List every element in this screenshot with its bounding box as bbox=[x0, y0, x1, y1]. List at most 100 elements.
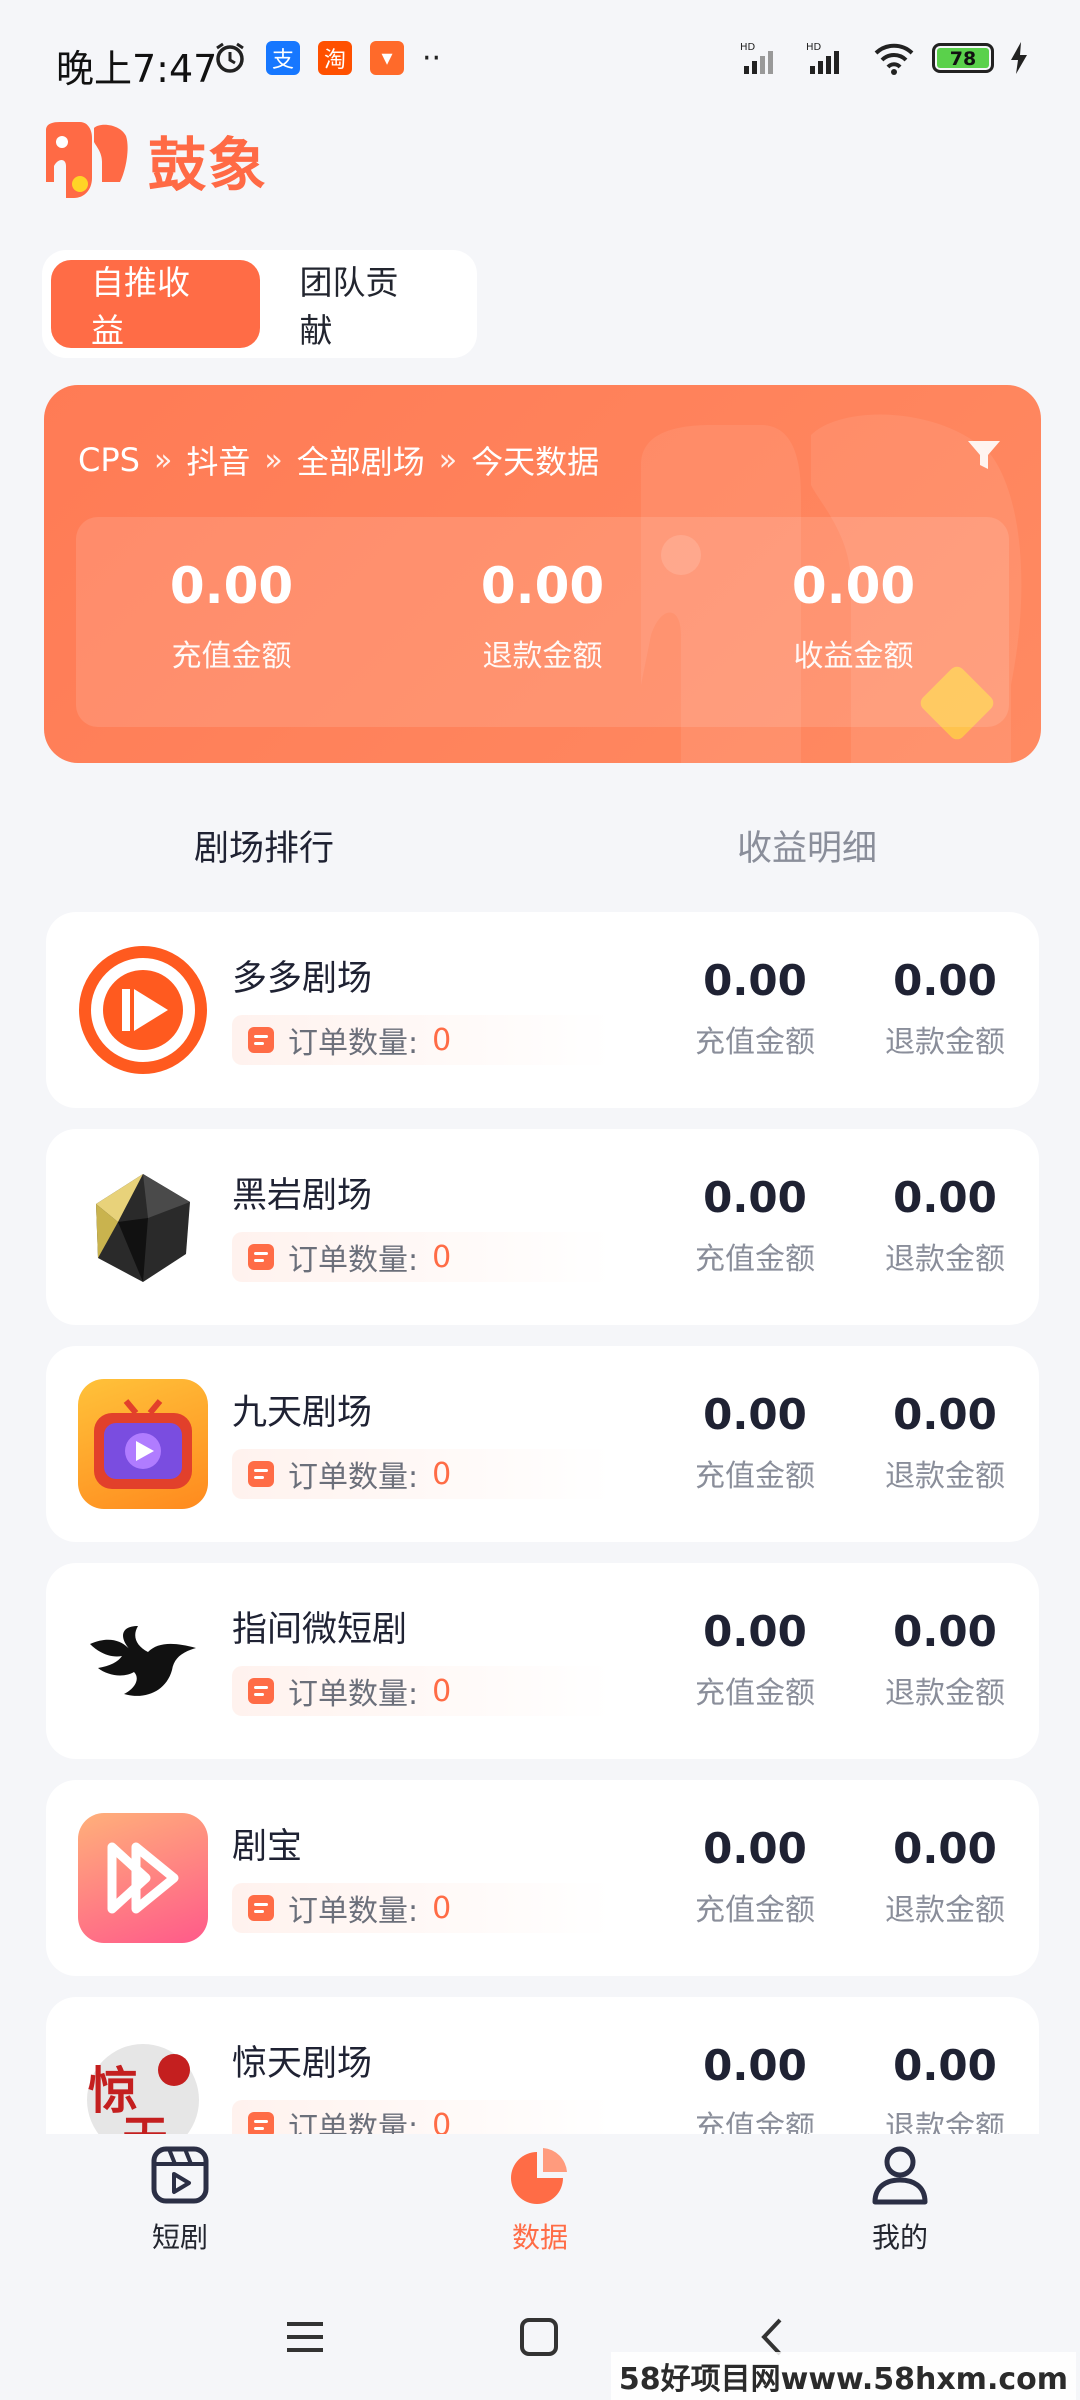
amount-label: 退款金额 bbox=[885, 1676, 1005, 1711]
earnings-type-toggle: 自推收益 团队贡献 bbox=[42, 250, 477, 358]
breadcrumb-item[interactable]: 今天数据 bbox=[471, 437, 599, 483]
breadcrumb-item[interactable]: 抖音 bbox=[186, 437, 250, 483]
recharge-amount: 0.00 充值金额 bbox=[685, 1824, 825, 1929]
refund-amount: 0.00 退款金额 bbox=[875, 1824, 1015, 1929]
signal-icon-2: HD bbox=[806, 42, 839, 74]
order-count-badge: 订单数量: 0 bbox=[232, 1449, 612, 1499]
order-icon bbox=[248, 1027, 274, 1053]
summary-card: CPS » 抖音 » 全部剧场 » 今天数据 0.00 充值金额 0.00 退款… bbox=[44, 385, 1041, 763]
theater-name: 黑岩剧场 bbox=[232, 1176, 373, 1216]
order-count-value: 0 bbox=[432, 1022, 452, 1058]
svg-text:HD: HD bbox=[740, 42, 756, 53]
amount-label: 充值金额 bbox=[695, 1676, 815, 1711]
order-icon bbox=[248, 2112, 274, 2134]
order-count-label: 订单数量: bbox=[288, 1677, 419, 1712]
order-count-value: 0 bbox=[432, 1456, 452, 1492]
refund-amount: 0.00 退款金额 bbox=[875, 1173, 1015, 1278]
user-icon bbox=[872, 2146, 928, 2205]
nav-item-data[interactable]: 数据 bbox=[360, 2134, 720, 2284]
chevron-double-right-icon: » bbox=[438, 442, 458, 478]
amount-value: 0.00 bbox=[893, 2041, 997, 2090]
stat-label: 充值金额 bbox=[171, 639, 292, 674]
amount-value: 0.00 bbox=[703, 2041, 807, 2090]
wifi-icon bbox=[874, 43, 914, 75]
home-icon[interactable] bbox=[518, 2316, 560, 2358]
amount-label: 退款金额 bbox=[885, 2110, 1005, 2134]
theater-list: 多多剧场 订单数量: 0 0.00 充值金额 0.00 退款金额 黑岩剧场 订单… bbox=[46, 912, 1039, 2134]
stat-value: 0.00 bbox=[791, 557, 916, 615]
order-count-value: 0 bbox=[432, 2107, 452, 2135]
amount-value: 0.00 bbox=[893, 1390, 997, 1439]
breadcrumb-item[interactable]: CPS bbox=[78, 441, 140, 479]
refund-amount: 0.00 退款金额 bbox=[875, 1607, 1015, 1712]
theater-card[interactable]: 黑岩剧场 订单数量: 0 0.00 充值金额 0.00 退款金额 bbox=[46, 1129, 1039, 1325]
amount-value: 0.00 bbox=[703, 1607, 807, 1656]
breadcrumb-item[interactable]: 全部剧场 bbox=[297, 437, 425, 483]
nav-item-short-drama[interactable]: 短剧 bbox=[0, 2134, 360, 2284]
app-logo: 鼓象 bbox=[40, 118, 268, 202]
order-count-label: 订单数量: bbox=[288, 1243, 419, 1278]
order-count-value: 0 bbox=[432, 1239, 452, 1275]
battery-level: 78 bbox=[937, 48, 989, 70]
tab-team-contribution[interactable]: 团队贡献 bbox=[260, 260, 469, 350]
amount-label: 充值金额 bbox=[695, 1025, 815, 1060]
order-count-value: 0 bbox=[432, 1890, 452, 1926]
order-icon bbox=[248, 1461, 274, 1487]
recharge-amount: 0.00 充值金额 bbox=[685, 956, 825, 1061]
amount-label: 充值金额 bbox=[695, 1459, 815, 1494]
stat-earnings: 0.00 收益金额 bbox=[698, 517, 1009, 727]
refund-amount: 0.00 退款金额 bbox=[875, 956, 1015, 1061]
svg-text:天: 天 bbox=[122, 2111, 168, 2134]
theater-name: 惊天剧场 bbox=[232, 2044, 373, 2084]
amount-value: 0.00 bbox=[893, 1607, 997, 1656]
stat-value: 0.00 bbox=[169, 557, 294, 615]
recharge-amount: 0.00 充值金额 bbox=[685, 1390, 825, 1495]
notification-icons: 支 淘 ▾ ·· bbox=[212, 40, 441, 76]
amount-label: 充值金额 bbox=[695, 1242, 815, 1277]
theater-card[interactable]: 剧宝 订单数量: 0 0.00 充值金额 0.00 退款金额 bbox=[46, 1780, 1039, 1976]
recharge-amount: 0.00 充值金额 bbox=[685, 1607, 825, 1712]
tab-self-earnings[interactable]: 自推收益 bbox=[51, 260, 260, 350]
stat-label: 退款金额 bbox=[482, 639, 603, 674]
status-bar: 晚上7:47 支 淘 ▾ ·· HD HD 78 bbox=[0, 0, 1080, 120]
system-navigation-bar: 58好项目网www.58hxm.com bbox=[0, 2290, 1080, 2400]
elephant-logo-icon bbox=[46, 122, 128, 198]
taobao-icon: 淘 bbox=[318, 41, 352, 75]
summary-stats: 0.00 充值金额 0.00 退款金额 0.00 收益金额 bbox=[76, 517, 1009, 727]
jingtian-logo-icon: 惊天 bbox=[78, 2030, 208, 2134]
theater-card[interactable]: 九天剧场 订单数量: 0 0.00 充值金额 0.00 退款金额 bbox=[46, 1346, 1039, 1542]
alipay-icon: 支 bbox=[266, 41, 300, 75]
order-count-label: 订单数量: bbox=[288, 1026, 419, 1061]
alarm-icon bbox=[216, 42, 244, 73]
order-count-label: 订单数量: bbox=[288, 1894, 419, 1929]
section-tabs: 剧场排行 收益明细 bbox=[0, 820, 1080, 880]
order-count-badge: 订单数量: 0 bbox=[232, 2100, 612, 2134]
theater-name: 剧宝 bbox=[232, 1827, 303, 1867]
film-icon bbox=[151, 2146, 209, 2204]
theater-name: 指间微短剧 bbox=[232, 1610, 408, 1650]
theater-name: 多多剧场 bbox=[232, 959, 373, 999]
system-icons: HD HD 78 bbox=[740, 40, 1028, 76]
stat-recharge: 0.00 充值金额 bbox=[76, 517, 387, 727]
tv-icon bbox=[78, 1379, 208, 1509]
amount-label: 充值金额 bbox=[695, 2110, 815, 2134]
menu-icon[interactable] bbox=[284, 2316, 326, 2358]
more-notifications-icon: ·· bbox=[422, 40, 442, 76]
order-count-badge: 订单数量: 0 bbox=[232, 1232, 612, 1282]
theater-card[interactable]: 指间微短剧 订单数量: 0 0.00 充值金额 0.00 退款金额 bbox=[46, 1563, 1039, 1759]
order-count-label: 订单数量: bbox=[288, 2111, 419, 2134]
theater-card[interactable]: 惊天 惊天剧场 订单数量: 0 0.00 充值金额 0.00 退款金额 bbox=[46, 1997, 1039, 2134]
amount-label: 退款金额 bbox=[885, 1025, 1005, 1060]
bottom-nav: 短剧 数据 我的 bbox=[0, 2134, 1080, 2284]
battery-icon: 78 bbox=[932, 43, 994, 73]
amount-value: 0.00 bbox=[703, 956, 807, 1005]
refund-amount: 0.00 退款金额 bbox=[875, 1390, 1015, 1495]
filter-icon[interactable] bbox=[965, 437, 1003, 475]
theater-card[interactable]: 多多剧场 订单数量: 0 0.00 充值金额 0.00 退款金额 bbox=[46, 912, 1039, 1108]
tab-earnings-detail[interactable]: 收益明细 bbox=[737, 820, 877, 871]
tab-theater-ranking[interactable]: 剧场排行 bbox=[194, 820, 334, 871]
refund-amount: 0.00 退款金额 bbox=[875, 2041, 1015, 2134]
nav-item-profile[interactable]: 我的 bbox=[720, 2134, 1080, 2284]
status-time: 晚上7:47 bbox=[56, 47, 218, 91]
stat-refund: 0.00 退款金额 bbox=[387, 517, 698, 727]
